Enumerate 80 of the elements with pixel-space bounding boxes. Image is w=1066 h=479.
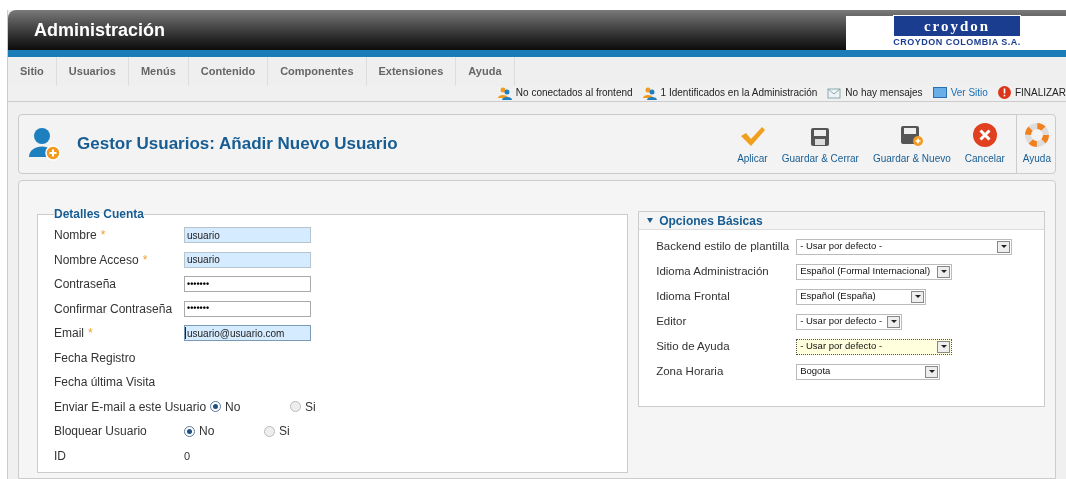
view-site-link[interactable]: Ver Sitio xyxy=(950,85,988,100)
required-asterisk: * xyxy=(142,251,148,269)
option-label: Backend estilo de plantilla xyxy=(656,238,791,254)
input-field[interactable]: usuario@usuario.com xyxy=(184,325,311,342)
select-dropdown[interactable]: Bogota xyxy=(796,363,941,380)
status-text: No hay mensajes xyxy=(845,86,923,100)
field-label: Bloquear Usuario xyxy=(54,423,147,441)
page-title: Gestor Usuarios: Añadir Nuevo Usuario xyxy=(77,133,398,156)
field-label: Fecha última Visita xyxy=(54,374,156,392)
select-dropdown[interactable]: Español (España) xyxy=(796,288,927,305)
toolbar-button[interactable]: Guardar & Cerrar xyxy=(774,115,866,173)
caret-icon xyxy=(887,315,901,328)
menu-item[interactable]: Componentes xyxy=(268,57,367,86)
field-label: Enviar E-mail a este Usuario xyxy=(54,398,207,416)
menu-item[interactable]: Usuarios xyxy=(56,57,129,86)
radio-button[interactable] xyxy=(290,401,302,413)
radio-button[interactable] xyxy=(264,425,275,437)
input-field[interactable]: ••••••• xyxy=(184,276,311,293)
users-icon xyxy=(642,85,657,100)
radio-label: No xyxy=(225,398,241,416)
lifebuoy-icon xyxy=(1024,123,1049,147)
menu-item[interactable]: Contenido xyxy=(188,57,269,86)
caret-icon xyxy=(937,265,951,278)
required-asterisk: * xyxy=(88,325,93,343)
menu-item[interactable]: Extensiones xyxy=(366,57,457,86)
field-label: ID xyxy=(54,447,66,465)
radio-label: Si xyxy=(279,423,290,441)
field-label: Nombre xyxy=(54,227,97,245)
input-field[interactable]: usuario xyxy=(184,251,311,268)
caret-icon xyxy=(937,340,951,353)
app-title: Administración xyxy=(34,18,166,42)
fieldset-legend: Detalles Cuenta xyxy=(54,205,145,223)
toolbar-button[interactable]: Guardar & Nuevo xyxy=(865,115,958,173)
envelope-icon xyxy=(827,86,842,99)
status-text: 1 Identificados en la Administración xyxy=(660,86,818,100)
field-label: Confirmar Contraseña xyxy=(54,300,173,318)
select-dropdown[interactable]: Español (Formal Internacional) xyxy=(796,263,953,280)
caret-icon xyxy=(911,290,925,303)
caret-icon xyxy=(997,240,1011,253)
toolbar-button[interactable]: Aplicar xyxy=(730,115,775,173)
option-label: Idioma Frontal xyxy=(656,288,731,304)
floppy-disk-plus-icon xyxy=(899,125,924,147)
monitor-icon xyxy=(932,87,947,98)
menu-item[interactable]: Ayuda xyxy=(456,57,515,86)
toolbar-button[interactable]: Cancelar xyxy=(957,115,1012,173)
select-dropdown[interactable]: - Usar por defecto - xyxy=(796,238,1013,255)
option-label: Editor xyxy=(656,313,688,329)
radio-button[interactable] xyxy=(184,425,195,437)
option-label: Sitio de Ayuda xyxy=(656,338,731,354)
input-field[interactable]: ••••••• xyxy=(184,300,311,317)
logout-link[interactable]: FINALIZAR xyxy=(1014,85,1066,100)
cancel-icon xyxy=(972,123,997,147)
field-label: Email xyxy=(54,325,84,343)
checkmark-icon xyxy=(739,125,766,147)
section-header[interactable]: Opciones Básicas xyxy=(639,212,1044,230)
caret-icon xyxy=(925,365,939,378)
logo-wordmark: croydon xyxy=(893,16,1021,37)
users-icon xyxy=(497,85,512,100)
menu-item[interactable]: Sitio xyxy=(8,57,57,86)
field-label: Fecha Registro xyxy=(54,349,136,367)
radio-label: Si xyxy=(305,398,316,416)
input-field[interactable]: usuario xyxy=(184,227,311,244)
logo-company: CROYDON COLOMBIA S.A. xyxy=(893,36,1021,50)
required-asterisk: * xyxy=(100,227,106,245)
option-label: Idioma Administración xyxy=(656,263,770,279)
field-value: 0 xyxy=(184,448,191,464)
menu-item[interactable]: Menús xyxy=(128,57,189,86)
user-add-icon xyxy=(29,127,61,161)
alert-icon xyxy=(997,86,1011,99)
option-label: Zona Horaria xyxy=(656,363,725,379)
section-title: Opciones Básicas xyxy=(659,212,763,230)
status-text: No conectados al frontend xyxy=(515,86,633,100)
select-dropdown[interactable]: - Usar por defecto - xyxy=(796,338,953,355)
toolbar-button[interactable]: Ayuda xyxy=(1015,115,1055,173)
field-label: Nombre Acceso xyxy=(54,251,139,269)
caret-icon xyxy=(647,218,654,223)
radio-button[interactable] xyxy=(210,401,222,413)
radio-label: No xyxy=(199,423,215,441)
field-label: Contraseña xyxy=(54,276,117,294)
select-dropdown[interactable]: - Usar por defecto - xyxy=(796,313,903,330)
